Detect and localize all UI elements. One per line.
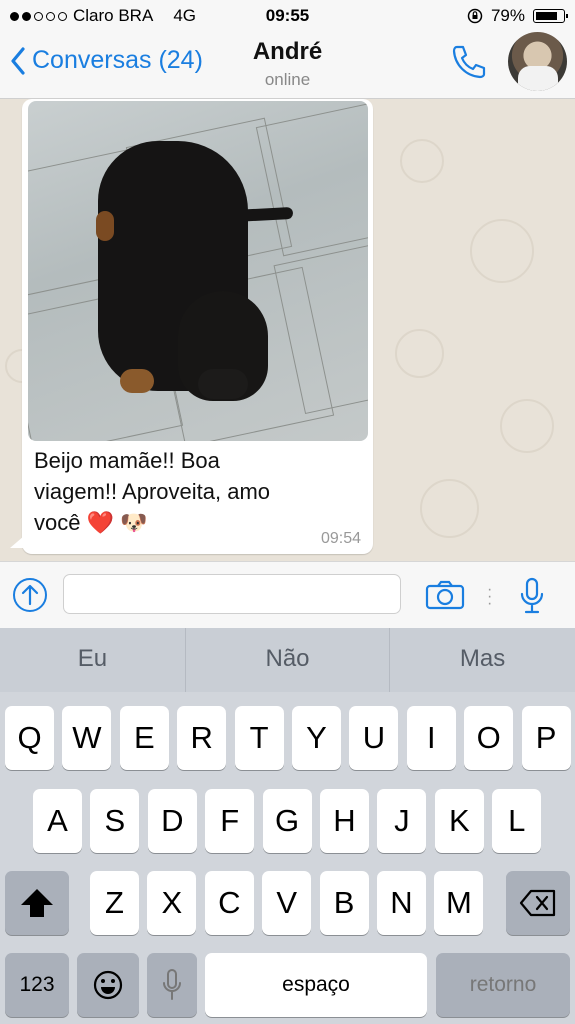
key-f[interactable]: F (205, 789, 255, 853)
key-j[interactable]: J (377, 789, 427, 853)
return-key[interactable]: retorno (436, 953, 570, 1017)
chat-area[interactable]: Beijo mamãe!! Boa viagem!! Aproveita, am… (0, 99, 575, 561)
upload-button[interactable] (13, 578, 47, 612)
shift-key[interactable] (5, 871, 69, 935)
upload-icon (21, 584, 39, 606)
key-n[interactable]: N (377, 871, 426, 935)
key-s[interactable]: S (90, 789, 140, 853)
key-t[interactable]: T (234, 706, 284, 770)
key-c[interactable]: C (204, 871, 254, 935)
space-key[interactable]: espaço (205, 953, 427, 1017)
call-icon (452, 45, 486, 79)
emoji-icon (93, 970, 123, 1000)
camera-button[interactable] (425, 580, 465, 610)
message-line: Beijo mamãe!! Boa (34, 448, 220, 473)
keyboard: 123 espaço retorno QWERTYUIOP ASDFGHJKL ZX… (0, 692, 575, 1024)
key-v[interactable]: V (262, 871, 312, 935)
backspace-icon (519, 889, 556, 917)
message-line: você ❤️ 🐶 (34, 510, 148, 535)
key-g[interactable]: G (262, 789, 312, 853)
microphone-button[interactable] (520, 577, 544, 615)
key-h[interactable]: H (320, 789, 369, 853)
microphone-icon (520, 577, 544, 614)
message-line: viagem!! Aproveita, amo (34, 479, 271, 504)
key-o[interactable]: O (464, 706, 514, 770)
emoji-key[interactable] (77, 953, 139, 1017)
wallpaper-doodle (420, 479, 479, 538)
key-l[interactable]: L (492, 789, 542, 853)
key-d[interactable]: D (147, 789, 197, 853)
numbers-key[interactable]: 123 (5, 953, 69, 1017)
status-bar: Claro BRA 4G 09:55 79% (0, 0, 575, 30)
key-e[interactable]: E (119, 706, 169, 770)
key-z[interactable]: Z (90, 871, 139, 935)
message-text: Beijo mamãe!! Boa viagem!! Aproveita, am… (34, 445, 354, 538)
key-w[interactable]: W (62, 706, 112, 770)
wallpaper-doodle (500, 399, 554, 453)
backspace-key[interactable] (506, 871, 570, 935)
key-x[interactable]: X (147, 871, 197, 935)
key-y[interactable]: Y (292, 706, 341, 770)
wallpaper-doodle (395, 329, 444, 378)
battery-percent: 79% (490, 6, 525, 25)
wallpaper-doodle (400, 139, 444, 183)
key-i[interactable]: I (406, 706, 456, 770)
more-icon[interactable]: · · · (487, 582, 492, 612)
call-button[interactable] (448, 42, 492, 82)
key-a[interactable]: A (33, 789, 82, 853)
key-u[interactable]: U (349, 706, 399, 770)
key-p[interactable]: P (521, 706, 571, 770)
dictation-icon (163, 969, 181, 1000)
conversation-header: Conversas (24) André online (0, 30, 575, 99)
message-timestamp: 09:54 (320, 530, 361, 547)
composer-bar: · · · (0, 561, 575, 629)
contact-avatar[interactable] (508, 32, 567, 91)
dictation-key[interactable] (147, 953, 197, 1017)
key-k[interactable]: K (434, 789, 484, 853)
suggestion-3[interactable]: Mas (390, 628, 575, 692)
predictive-bar: Eu Não Mas (0, 628, 575, 692)
suggestion-1[interactable]: Eu (0, 628, 186, 692)
wallpaper-doodle (470, 219, 534, 283)
message-input[interactable] (63, 574, 401, 614)
key-r[interactable]: R (177, 706, 227, 770)
message-photo[interactable] (28, 101, 368, 441)
rotation-lock-icon (467, 8, 483, 24)
shift-icon (21, 889, 53, 917)
suggestion-2[interactable]: Não (186, 628, 391, 692)
key-q[interactable]: Q (5, 706, 54, 770)
message-bubble[interactable]: Beijo mamãe!! Boa viagem!! Aproveita, am… (10, 99, 373, 554)
key-b[interactable]: B (319, 871, 369, 935)
status-right-group: 79% (467, 6, 568, 26)
battery-icon (533, 9, 568, 23)
key-m[interactable]: M (434, 871, 484, 935)
camera-icon (425, 580, 465, 610)
